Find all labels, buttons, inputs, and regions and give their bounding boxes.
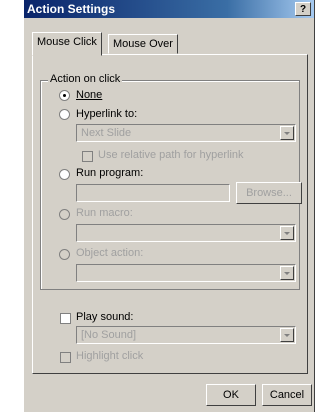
- relative-path-label: Use relative path for hyperlink: [98, 149, 244, 161]
- play-sound-checkbox[interactable]: [60, 313, 71, 324]
- hyperlink-value: Next Slide: [81, 127, 132, 139]
- chevron-down-icon[interactable]: [280, 126, 294, 140]
- object-action-label: Object action:: [76, 247, 144, 259]
- help-button[interactable]: ?: [295, 2, 311, 16]
- hyperlink-dropdown[interactable]: Next Slide: [76, 124, 296, 142]
- cancel-button[interactable]: Cancel: [262, 384, 312, 406]
- run-macro-label: Run macro:: [76, 207, 133, 219]
- chevron-down-icon[interactable]: [280, 226, 294, 240]
- sound-dropdown[interactable]: [No Sound]: [76, 326, 296, 344]
- title-bar: Action Settings ?: [24, 0, 314, 18]
- run-program-input[interactable]: [76, 184, 230, 202]
- chevron-down-icon[interactable]: [280, 266, 294, 280]
- dialog-title: Action Settings: [27, 2, 116, 16]
- hyperlink-label: Hyperlink to:: [76, 108, 138, 120]
- relative-path-checkbox[interactable]: [82, 151, 93, 162]
- tab-mouse-over[interactable]: Mouse Over: [108, 34, 178, 54]
- object-action-dropdown[interactable]: [76, 264, 296, 282]
- run-program-radio[interactable]: [59, 169, 70, 180]
- highlight-click-checkbox[interactable]: [60, 352, 71, 363]
- hyperlink-radio[interactable]: [59, 109, 70, 120]
- run-macro-radio[interactable]: [59, 209, 70, 220]
- action-group-title: Action on click: [48, 73, 123, 85]
- highlight-click-label: Highlight click: [76, 350, 144, 362]
- chevron-down-icon[interactable]: [280, 328, 294, 342]
- browse-button[interactable]: Browse...: [236, 182, 302, 204]
- tab-mouse-click[interactable]: Mouse Click: [32, 32, 102, 56]
- ok-button[interactable]: OK: [206, 384, 256, 406]
- run-macro-dropdown[interactable]: [76, 224, 296, 242]
- run-program-label: Run program:: [76, 167, 144, 179]
- sound-value: [No Sound]: [81, 329, 137, 341]
- object-action-radio[interactable]: [59, 249, 70, 260]
- action-settings-dialog: Action Settings ? Mouse Click Mouse Over…: [23, 0, 315, 412]
- play-sound-label: Play sound:: [76, 311, 134, 323]
- none-radio[interactable]: [59, 90, 70, 101]
- none-label: None: [76, 89, 103, 101]
